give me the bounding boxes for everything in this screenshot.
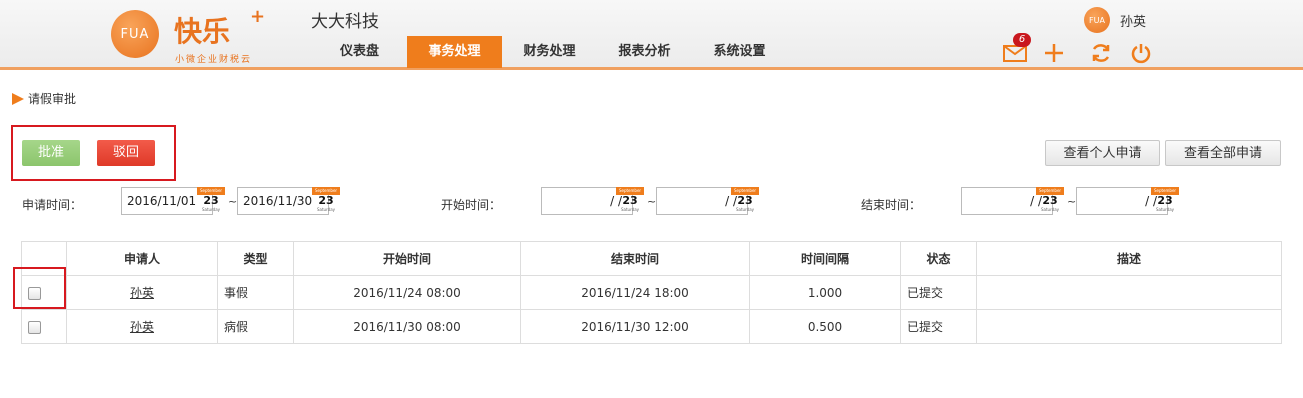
company-name: 大大科技: [311, 12, 379, 32]
description-cell: [976, 275, 1282, 310]
status-cell: 已提交: [900, 309, 977, 344]
applicant-cell: 孙英: [66, 309, 218, 344]
applicant-link[interactable]: 孙英: [130, 286, 154, 300]
column-header-description: 描述: [976, 241, 1282, 276]
message-count-badge: 6: [1013, 33, 1031, 47]
end-time-cell: 2016/11/24 18:00: [520, 275, 750, 310]
range-separator: ~: [647, 195, 657, 208]
row-checkbox[interactable]: [28, 320, 41, 334]
leave-requests-table: 申请人 类型 开始时间 结束时间 时间间隔 状态 描述 孙英 事假 2016/1…: [21, 241, 1282, 344]
calendar-icon[interactable]: September 23 Saturday: [197, 187, 225, 215]
logo-title: 快乐: [174, 15, 231, 48]
end-time-cell: 2016/11/30 12:00: [520, 309, 750, 344]
start-time-label: 开始时间：: [441, 198, 502, 212]
power-icon[interactable]: [1129, 41, 1153, 65]
view-all-button[interactable]: 查看全部申请: [1165, 140, 1281, 166]
applicant-cell: 孙英: [66, 275, 218, 310]
add-icon[interactable]: [1042, 41, 1066, 65]
table-row: 孙英 病假 2016/11/30 08:00 2016/11/30 12:00 …: [21, 309, 1282, 344]
logo-subtitle: 小微企业财税云: [175, 55, 253, 65]
table-row: 孙英 事假 2016/11/24 08:00 2016/11/24 18:00 …: [21, 275, 1282, 310]
type-cell: 病假: [217, 309, 294, 344]
applicant-link[interactable]: 孙英: [130, 320, 154, 334]
range-separator: ~: [1067, 195, 1077, 208]
nav-transactions[interactable]: 事务处理: [407, 36, 502, 68]
status-cell: 已提交: [900, 275, 977, 310]
apply-time-label: 申请时间：: [22, 198, 83, 212]
breadcrumb-arrow-icon: [12, 92, 24, 105]
calendar-icon[interactable]: September 23 Saturday: [616, 187, 644, 215]
nav-finance[interactable]: 财务处理: [502, 36, 597, 68]
calendar-icon[interactable]: September 23 Saturday: [731, 187, 759, 215]
breadcrumb: 请假审批: [12, 90, 76, 107]
logo-plus: +: [250, 6, 266, 27]
nav-settings[interactable]: 系统设置: [692, 36, 787, 68]
calendar-icon[interactable]: September 23 Saturday: [1036, 187, 1064, 215]
main-nav: 仪表盘 事务处理 财务处理 报表分析 系统设置: [312, 36, 787, 68]
interval-cell: 1.000: [749, 275, 901, 310]
column-header-type: 类型: [217, 241, 294, 276]
start-time-cell: 2016/11/24 08:00: [293, 275, 521, 310]
calendar-icon[interactable]: September 23 Saturday: [1151, 187, 1179, 215]
logo-mark: FUA: [111, 10, 159, 58]
nav-dashboard[interactable]: 仪表盘: [312, 36, 407, 68]
column-header-status: 状态: [900, 241, 977, 276]
table-header-row: 申请人 类型 开始时间 结束时间 时间间隔 状态 描述: [21, 241, 1282, 276]
range-separator: ~: [228, 195, 238, 208]
description-cell: [976, 309, 1282, 344]
column-header-applicant: 申请人: [66, 241, 218, 276]
approve-button[interactable]: 批准: [22, 140, 80, 166]
start-time-cell: 2016/11/30 08:00: [293, 309, 521, 344]
user-avatar[interactable]: FUA: [1084, 7, 1110, 33]
top-header: FUA 快乐 + 小微企业财税云 大大科技 仪表盘 事务处理 财务处理 报表分析…: [0, 0, 1303, 70]
user-name[interactable]: 孙英: [1120, 11, 1146, 30]
end-time-label: 结束时间：: [861, 198, 922, 212]
type-cell: 事假: [217, 275, 294, 310]
column-header-end: 结束时间: [520, 241, 750, 276]
highlight-box-checkbox: [13, 267, 66, 309]
revoke-button[interactable]: 驳回: [97, 140, 155, 166]
refresh-icon[interactable]: [1089, 41, 1113, 65]
view-personal-button[interactable]: 查看个人申请: [1045, 140, 1160, 166]
breadcrumb-label: 请假审批: [28, 92, 77, 106]
interval-cell: 0.500: [749, 309, 901, 344]
column-header-interval: 时间间隔: [749, 241, 901, 276]
row-select-cell: [21, 309, 67, 344]
nav-reports[interactable]: 报表分析: [597, 36, 692, 68]
column-header-start: 开始时间: [293, 241, 521, 276]
calendar-icon[interactable]: September 23 Saturday: [312, 187, 340, 215]
